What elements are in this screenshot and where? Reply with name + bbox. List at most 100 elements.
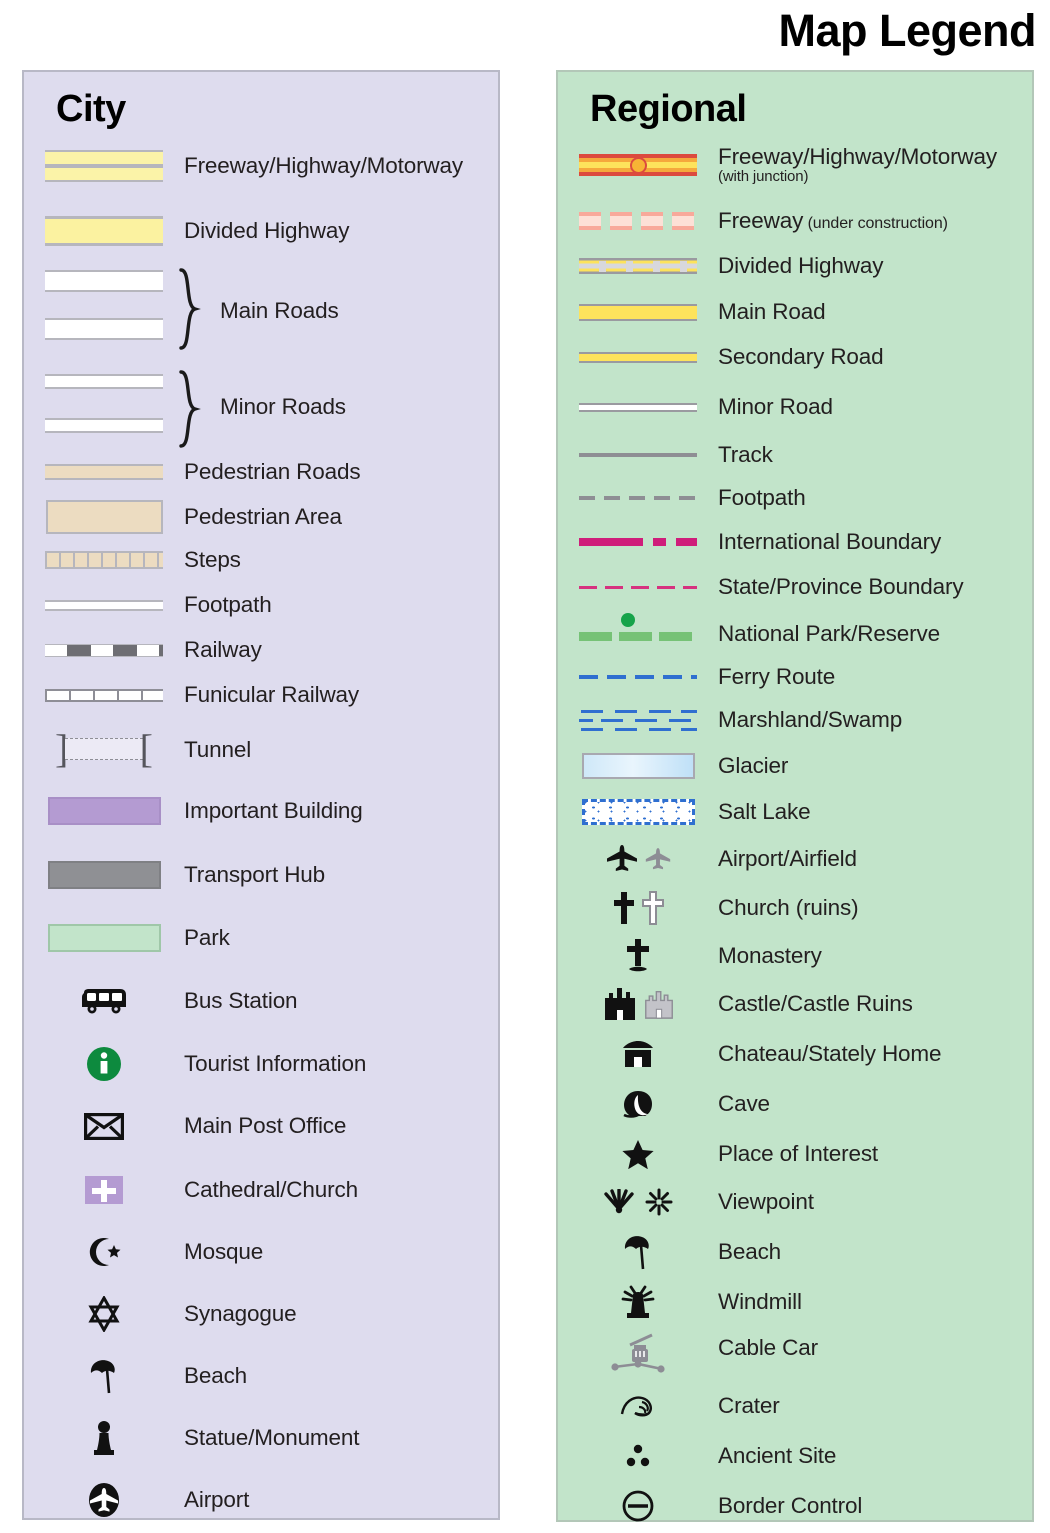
envelope-icon [24,1104,184,1148]
legend-row: Freeway/Highway/Motorway (with junction) [558,144,1032,186]
legend-label: Chateau/Stately Home [718,1041,942,1067]
legend-label: Border Control [718,1493,863,1519]
legend-row: Pedestrian Area [24,495,498,539]
legend-label: Mosque [184,1239,264,1265]
legend-label: Marshland/Swamp [718,707,903,733]
transport-hub-swatch [24,854,184,896]
legend-label: Salt Lake [718,799,811,825]
patriarchal-cross-icon [558,934,718,978]
legend-row: Ferry Route [558,657,1032,697]
legend-label: Church (ruins) [718,895,859,921]
legend-row: Cave [558,1082,1032,1126]
legend-row: National Park/Reserve [558,604,1032,652]
minor-road-line-symbol [558,387,718,427]
viewpoint-burst-icon [645,1188,673,1216]
legend-row: Main Post Office [24,1104,498,1148]
legend-label: Footpath [184,592,272,618]
footpath-dashed-line-symbol [558,478,718,518]
legend-label: Main Road [718,299,826,325]
windmill-icon [558,1280,718,1324]
legend-row: Viewpoint [558,1180,1032,1224]
salt-lake-swatch [558,790,718,834]
legend-row: Divided Highway [558,246,1032,286]
star-of-david-icon [24,1292,184,1336]
city-legend-panel: City Freeway/Highway/Motorway Divided Hi… [22,70,500,1520]
legend-row-symbol-only [24,368,498,394]
legend-row: Pedestrian Roads [24,454,498,490]
airplane-filled-icon [606,845,637,871]
tunnel-bracket-symbol: ] [ [24,727,184,773]
legend-row: Cathedral/Church [24,1168,498,1212]
info-circle-icon [24,1040,184,1088]
footpath-line-symbol [24,587,184,623]
cross-filled-icon [613,892,634,924]
legend-label: Track [718,442,773,468]
pedestrian-area-box-symbol [24,495,184,539]
legend-label: International Boundary [718,529,942,555]
legend-row: Funicular Railway [24,677,498,713]
legend-row: Main Road [558,292,1032,332]
legend-label: Divided Highway [718,253,884,279]
marshland-pattern-symbol [558,697,718,743]
legend-label: Tunnel [184,737,252,763]
legend-label: Divided Highway [184,218,350,244]
legend-label: Cathedral/Church [184,1177,358,1203]
legend-row: Airport [24,1478,498,1522]
castle-pair-icon [558,982,718,1026]
international-boundary-line-symbol [558,522,718,562]
legend-label: Place of Interest [718,1141,879,1167]
cross-on-purple-icon [24,1168,184,1212]
freeway-construction-dashes-symbol [558,202,718,240]
legend-row: State/Province Boundary [558,567,1032,607]
divided-highway-line-symbol [558,246,718,286]
white-road-band-symbol [24,264,184,298]
legend-label: Main Post Office [184,1113,347,1139]
divided-highway-band-symbol [24,210,184,252]
state-boundary-line-symbol [558,567,718,607]
airplane-pair-icon [558,837,718,881]
legend-row: Park [24,917,498,959]
railway-line-symbol [24,632,184,668]
main-road-line-symbol [558,292,718,332]
legend-label: Pedestrian Area [184,504,342,530]
legend-label-sub: (with junction) [718,168,809,186]
legend-row: Transport Hub [24,854,498,896]
parasol-icon [24,1354,184,1398]
legend-label: Beach [184,1363,248,1389]
legend-label: Freeway/Highway/Motorway [184,153,463,179]
star-icon [558,1132,718,1176]
legend-row: Place of Interest [558,1132,1032,1176]
legend-row: Monastery [558,934,1032,978]
legend-row: Synagogue [24,1292,498,1336]
legend-row: Cable Car [558,1330,1032,1378]
legend-label: Park [184,925,230,951]
border-control-icon [558,1484,718,1528]
castle-ruins-icon [644,990,673,1019]
page-title: Map Legend [778,5,1036,56]
legend-label: Important Building [184,798,363,824]
legend-label: Minor Roads [220,394,346,420]
white-road-band-symbol [24,312,184,346]
legend-label: Bus Station [184,988,298,1014]
legend-row: Divided Highway [24,210,498,252]
legend-row: Castle/Castle Ruins [558,982,1032,1026]
junction-dot-icon [629,156,647,174]
legend-row: Minor Road [558,387,1032,427]
legend-label: Airport [184,1487,250,1513]
castle-filled-icon [604,988,635,1020]
legend-row: Footpath [24,587,498,623]
pedestrian-road-band-symbol [24,454,184,490]
cross-outline-icon [641,891,664,925]
legend-label: Main Roads [220,298,339,324]
legend-row: Chateau/Stately Home [558,1032,1032,1076]
legend-label-main: Freeway/Highway/Motorway [718,143,997,169]
bus-icon [24,979,184,1023]
legend-label: Windmill [718,1289,802,1315]
viewpoint-pair-icon [558,1180,718,1224]
crater-icon [558,1384,718,1428]
legend-label: Monastery [718,943,822,969]
legend-label: Cable Car [718,1335,818,1361]
legend-label: Footpath [718,485,806,511]
legend-label: Railway [184,637,262,663]
statue-icon [24,1416,184,1460]
